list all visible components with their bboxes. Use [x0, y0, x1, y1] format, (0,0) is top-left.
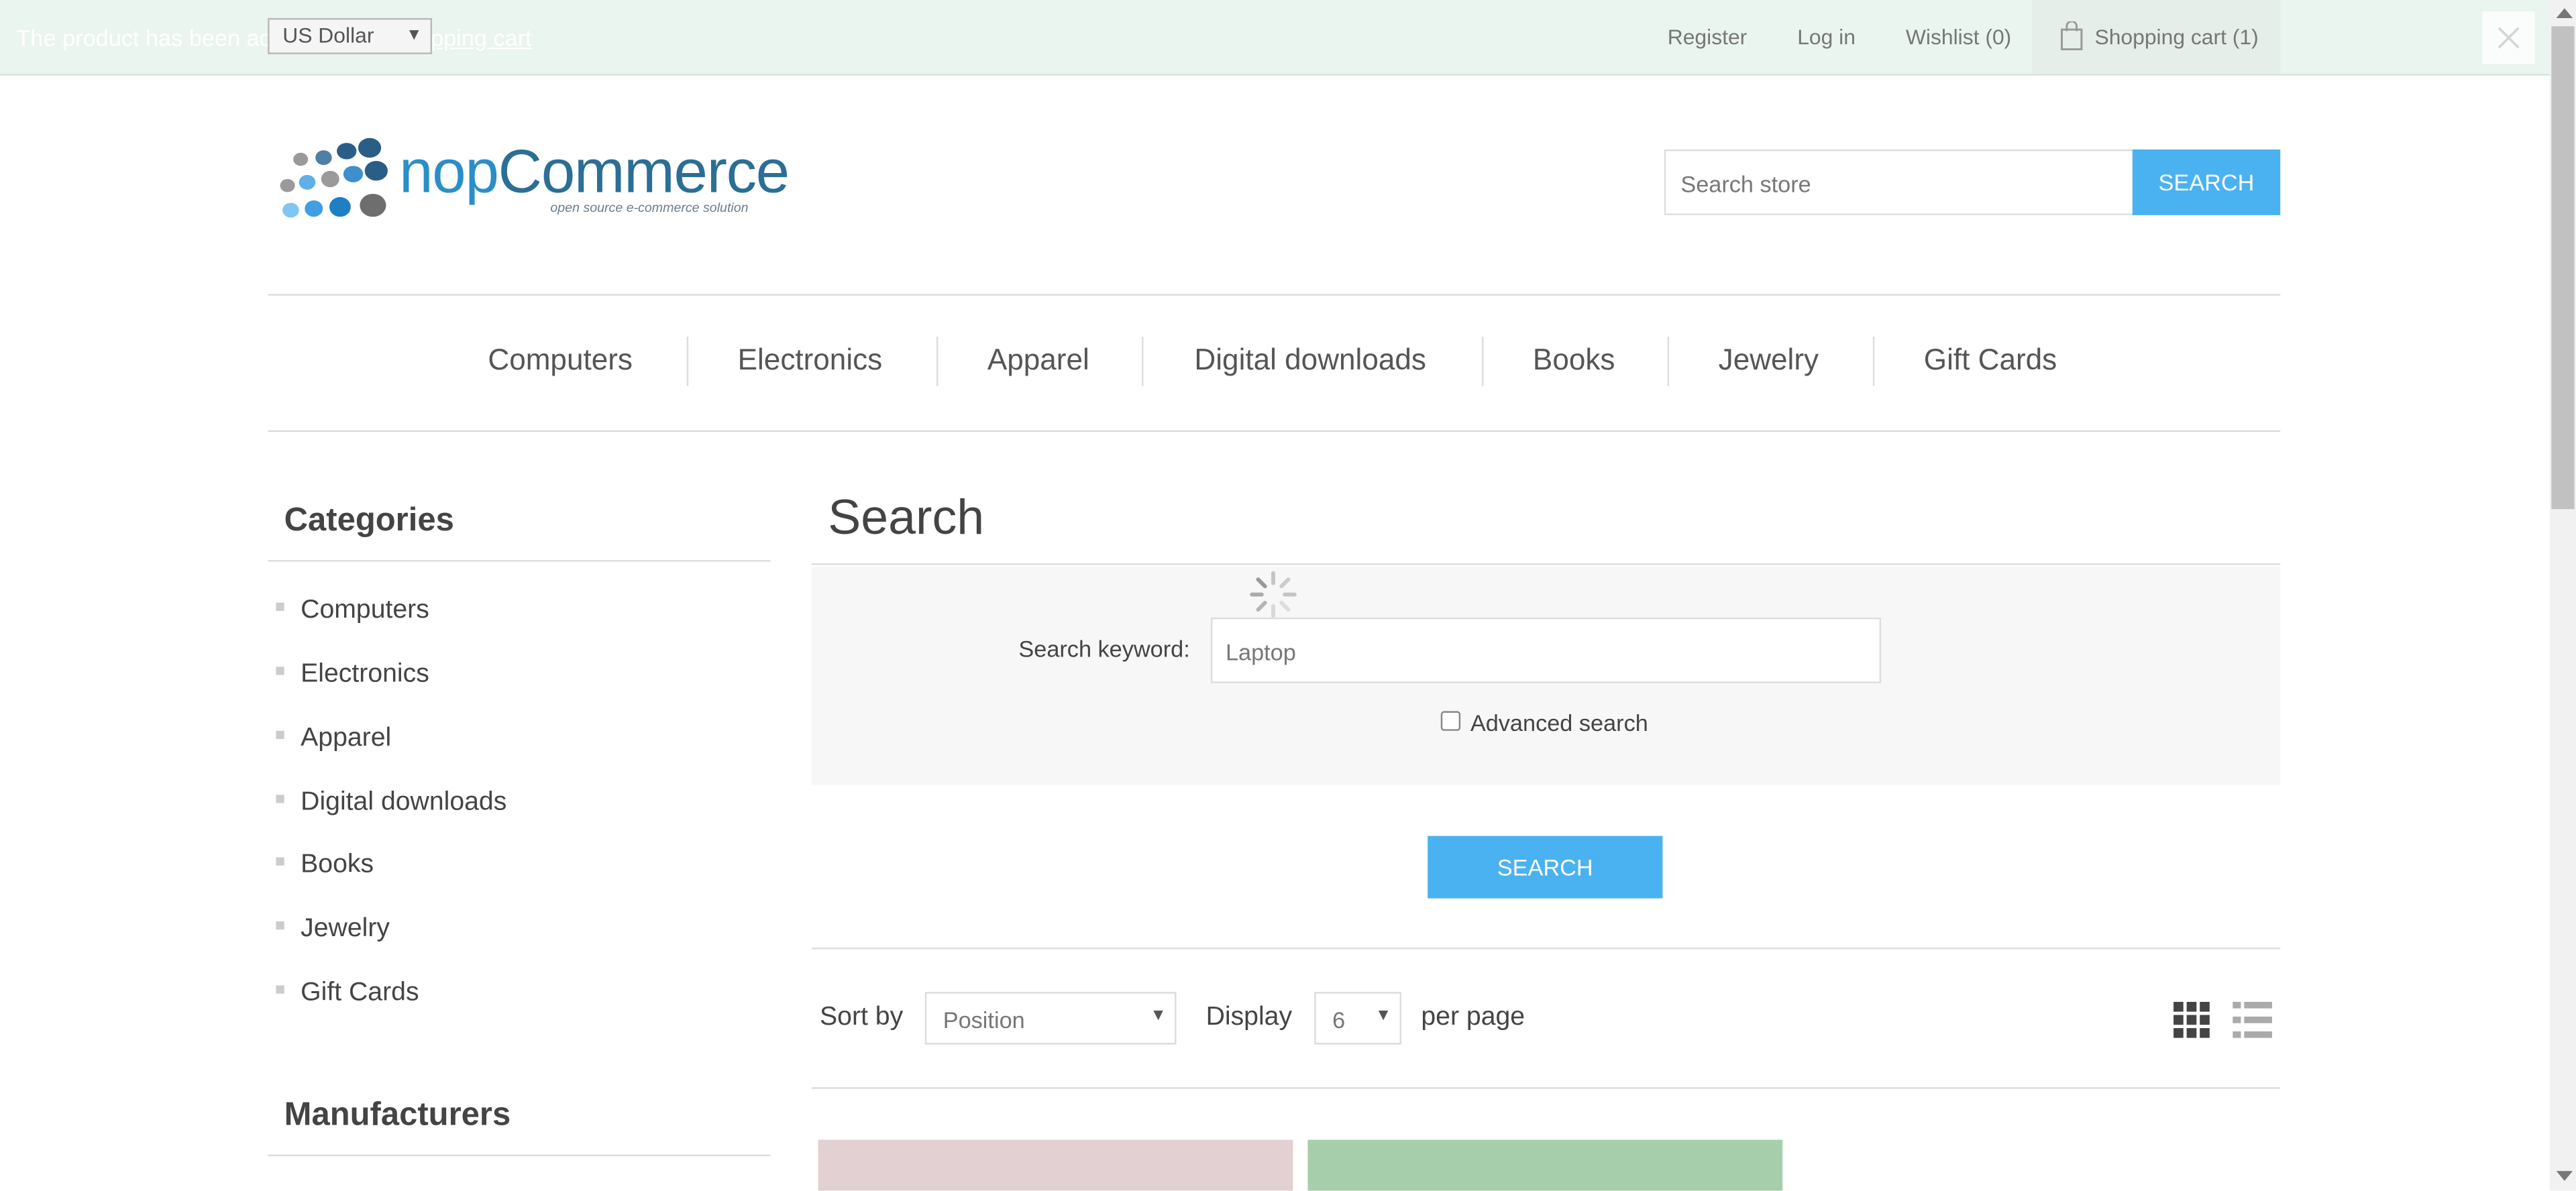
- login-link[interactable]: Log in: [1797, 25, 1856, 50]
- notification-close-button[interactable]: [2482, 11, 2535, 64]
- category-item-books[interactable]: Books: [276, 851, 374, 881]
- menu-item-jewelry[interactable]: Jewelry: [1719, 343, 1819, 378]
- menu-separator: [1142, 337, 1144, 386]
- product-tile[interactable]: [1307, 1139, 1783, 1191]
- bullet-icon: [276, 667, 284, 676]
- loading-spinner-icon: [1250, 571, 1297, 618]
- menu-separator: [936, 337, 938, 386]
- shopping-bag-icon: [2061, 21, 2083, 50]
- wishlist-link[interactable]: Wishlist (0): [1906, 25, 2011, 50]
- category-item-electronics[interactable]: Electronics: [276, 660, 429, 689]
- shopping-cart-label: Shopping cart (1): [2094, 24, 2259, 50]
- sort-by-select[interactable]: Position ▼: [924, 992, 1177, 1045]
- scrollbar-thumb[interactable]: [2551, 26, 2575, 510]
- store-logo[interactable]: nopCommerce open source e-commerce solut…: [274, 135, 790, 227]
- search-keyword-label: Search keyword:: [1018, 635, 1190, 662]
- menu-item-electronics[interactable]: Electronics: [738, 343, 883, 378]
- menu-top-divider: [268, 294, 2281, 296]
- sort-by-label: Sort by: [820, 1003, 904, 1031]
- page-title: Search: [828, 491, 985, 546]
- menu-item-gift-cards[interactable]: Gift Cards: [1924, 343, 2057, 378]
- manufacturers-divider: [268, 1154, 771, 1157]
- category-item-jewelry[interactable]: Jewelry: [276, 915, 390, 944]
- bullet-icon: [276, 986, 284, 995]
- menu-separator: [1872, 337, 1875, 386]
- currency-selector[interactable]: US Dollar ▼: [268, 17, 433, 54]
- category-item-apparel[interactable]: Apparel: [276, 724, 391, 754]
- page-size-value: 6: [1332, 1007, 1346, 1033]
- bullet-icon: [276, 921, 284, 930]
- manufacturers-heading: Manufacturers: [284, 1096, 511, 1133]
- advanced-search-label[interactable]: Advanced search: [1470, 710, 1648, 736]
- store-search-input[interactable]: Search store: [1664, 149, 2135, 215]
- categories-divider: [268, 560, 771, 562]
- bullet-icon: [276, 731, 284, 740]
- store-search-button[interactable]: SEARCH: [2132, 149, 2281, 215]
- shopping-cart-link[interactable]: Shopping cart (1): [2032, 0, 2281, 74]
- scroll-down-arrow-icon[interactable]: [2556, 1171, 2573, 1181]
- advanced-search-checkbox[interactable]: [1440, 711, 1461, 731]
- logo-wordmark: nopCommerce: [399, 137, 790, 206]
- display-label: Display: [1205, 1003, 1293, 1031]
- category-item-digital-downloads[interactable]: Digital downloads: [276, 789, 506, 818]
- category-item-computers[interactable]: Computers: [276, 596, 429, 626]
- chevron-down-icon: ▼: [1375, 1007, 1392, 1025]
- menu-item-apparel[interactable]: Apparel: [987, 343, 1089, 378]
- logo-tagline: open source e-commerce solution: [550, 200, 749, 215]
- menu-item-books[interactable]: Books: [1533, 343, 1615, 378]
- sort-by-value: Position: [943, 1007, 1025, 1033]
- currency-value: US Dollar: [282, 23, 374, 48]
- menu-item-computers[interactable]: Computers: [488, 343, 633, 378]
- bullet-icon: [276, 858, 284, 866]
- menu-bottom-divider: [268, 430, 2281, 433]
- title-divider: [811, 563, 2281, 565]
- list-view-icon[interactable]: [2233, 1001, 2272, 1038]
- per-page-label: per page: [1421, 1003, 1525, 1031]
- bullet-icon: [276, 795, 284, 804]
- close-icon: [2498, 27, 2520, 49]
- search-keyword-input[interactable]: Laptop: [1210, 617, 1882, 683]
- page-size-select[interactable]: 6 ▼: [1314, 992, 1401, 1045]
- menu-item-digital-downloads[interactable]: Digital downloads: [1194, 343, 1426, 378]
- search-button[interactable]: SEARCH: [1428, 836, 1663, 899]
- chevron-down-icon: ▼: [1150, 1007, 1167, 1025]
- menu-separator: [1667, 337, 1670, 386]
- category-item-gift-cards[interactable]: Gift Cards: [276, 979, 419, 1009]
- grid-view-icon[interactable]: [2174, 1001, 2210, 1038]
- results-controls-divider: [811, 1087, 2281, 1089]
- bullet-icon: [276, 603, 284, 612]
- menu-separator: [1481, 337, 1484, 386]
- register-link[interactable]: Register: [1668, 25, 1748, 50]
- chevron-down-icon: ▼: [406, 26, 423, 45]
- menu-separator: [686, 337, 689, 386]
- scroll-up-arrow-icon[interactable]: [2556, 8, 2573, 18]
- product-tile[interactable]: [818, 1139, 1293, 1191]
- logo-dots-icon: [280, 137, 388, 218]
- results-top-divider: [811, 948, 2281, 950]
- categories-heading: Categories: [284, 502, 454, 539]
